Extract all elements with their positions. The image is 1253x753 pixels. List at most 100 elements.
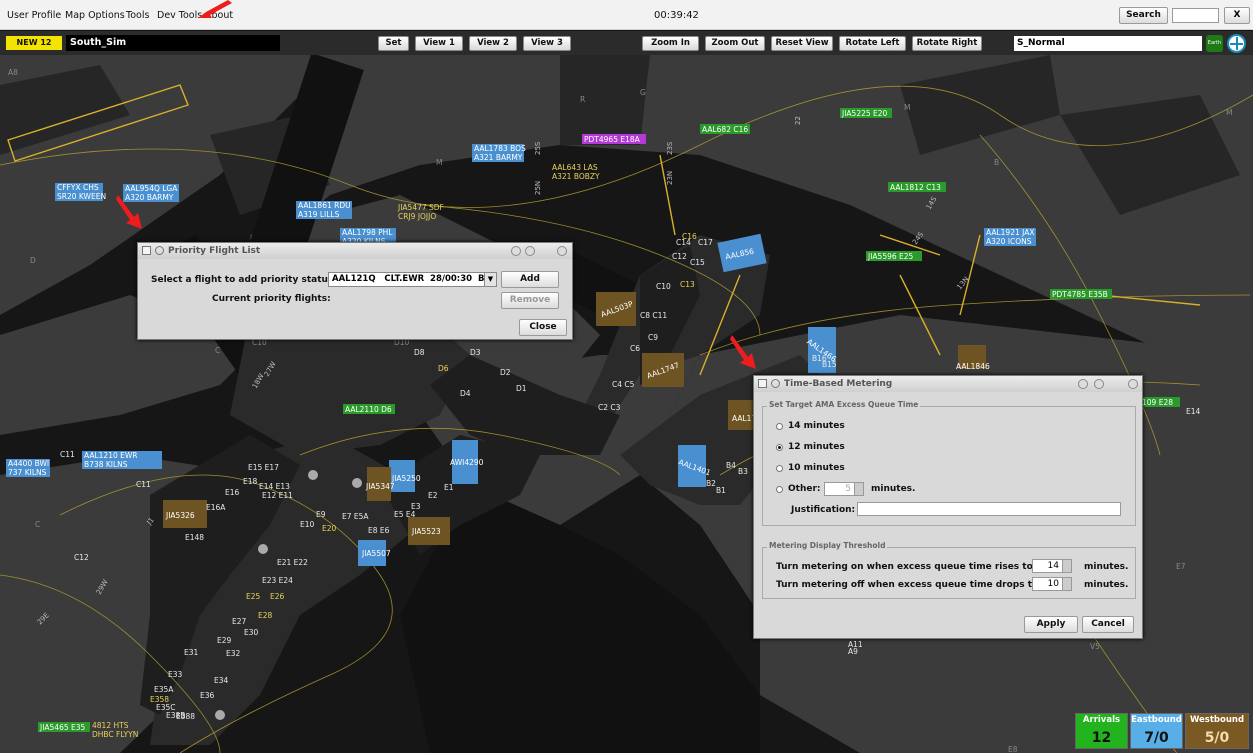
svg-text:C9: C9 [648,333,658,342]
current-priority-label: Current priority flights: [212,294,331,304]
svg-text:E32: E32 [226,649,241,658]
flight-select[interactable]: AAL121Q CLT.EWR 28/00:30 B4 [328,272,497,287]
arrivals-value: 12 [1091,730,1112,746]
svg-text:B3: B3 [738,467,748,476]
zoom-out-button[interactable]: Zoom Out [705,36,765,51]
annotation-arrow-icon [730,335,756,369]
menu-user-profile[interactable]: User Profile [7,10,61,21]
svg-text:C: C [35,520,40,529]
svg-text:A321 BARMY: A321 BARMY [474,153,523,162]
svg-text:737 KILNS: 737 KILNS [8,468,47,477]
app-icon [142,246,151,255]
priority-dialog-title: Priority Flight List [168,246,261,256]
minimize-icon[interactable] [511,246,521,256]
svg-text:D1: D1 [516,384,527,393]
westbound-counter[interactable]: Westbound 5/0 [1185,713,1249,749]
time-based-metering-dialog: Time-Based Metering Set Target AMA Exces… [753,375,1143,639]
svg-text:A8: A8 [8,68,18,77]
radio-14-minutes[interactable] [776,423,783,430]
compass-icon[interactable] [1227,34,1246,53]
select-flight-label: Select a flight to add priority status: [151,275,337,285]
svg-text:E33: E33 [168,670,183,679]
svg-text:AAL1812 C13: AAL1812 C13 [890,183,941,192]
svg-text:C17: C17 [698,238,713,247]
svg-text:E23 E24: E23 E24 [262,576,293,585]
svg-text:D2: D2 [500,368,511,377]
metering-off-unit: minutes. [1084,580,1129,590]
svg-text:E29: E29 [217,636,232,645]
rotate-left-button[interactable]: Rotate Left [839,36,906,51]
metering-dialog-title: Time-Based Metering [784,379,893,389]
apply-button[interactable]: Apply [1024,616,1078,633]
svg-text:E8: E8 [1008,745,1018,753]
zoom-in-button[interactable]: Zoom In [642,36,699,51]
westbound-label: Westbound [1189,715,1245,725]
svg-text:C13: C13 [680,280,695,289]
menu-circle-icon[interactable] [155,246,164,255]
svg-text:E9: E9 [316,510,326,519]
justification-label: Justification: [791,505,856,515]
svg-text:M: M [1226,108,1232,117]
minimize-icon[interactable] [1078,379,1088,389]
other-minutes-stepper[interactable]: 5 [824,482,864,496]
menu-map-options[interactable]: Map Options [65,10,125,21]
justification-input[interactable] [857,502,1121,516]
metering-on-stepper[interactable]: 14 [1032,559,1072,573]
menu-circle-icon[interactable] [771,379,780,388]
svg-text:C4 C5: C4 C5 [612,380,635,389]
close-button[interactable]: X [1224,7,1250,24]
add-priority-button[interactable]: Add [501,271,559,288]
priority-dialog-titlebar[interactable]: Priority Flight List [138,243,572,259]
close-dialog-button[interactable]: Close [519,319,567,336]
svg-text:PDT4965 E18A: PDT4965 E18A [584,135,641,144]
svg-text:D8: D8 [414,348,425,357]
metering-off-stepper[interactable]: 10 [1032,577,1072,591]
svg-text:D: D [30,256,36,265]
svg-text:AAL954Q LGA: AAL954Q LGA [125,184,178,193]
rotate-right-button[interactable]: Rotate Right [912,36,982,51]
svg-text:4812 HTS: 4812 HTS [92,721,129,730]
radio-12-minutes[interactable] [776,444,783,451]
search-button[interactable]: Search [1119,7,1168,24]
svg-text:B4: B4 [726,461,736,470]
view2-button[interactable]: View 2 [469,36,517,51]
view3-button[interactable]: View 3 [523,36,571,51]
chevron-down-icon[interactable]: ▼ [484,272,497,287]
dialog-close-icon[interactable] [1128,379,1138,389]
radio-other[interactable] [776,486,783,493]
menu-dev-tools[interactable]: Dev Tools [157,10,202,21]
reset-view-button[interactable]: Reset View [771,36,833,51]
remove-priority-button[interactable]: Remove [501,292,559,309]
toolbar: NEW 12 South_Sim Set View 1 View 2 View … [0,31,1253,55]
svg-text:A9: A9 [848,647,858,656]
svg-text:B: B [994,158,999,167]
menu-tools[interactable]: Tools [126,10,149,21]
maximize-icon[interactable] [1094,379,1104,389]
svg-text:E14 E13: E14 E13 [259,482,290,491]
earth-view-button[interactable]: Earth [1206,35,1223,52]
svg-text:E3: E3 [411,502,421,511]
metering-dialog-titlebar[interactable]: Time-Based Metering [754,376,1142,392]
search-input[interactable] [1172,8,1219,23]
eastbound-counter[interactable]: Eastbound 7/0 [1130,713,1183,749]
profile-select[interactable]: S_Normal [1014,36,1202,51]
dialog-close-icon[interactable] [557,246,567,256]
radio-10-minutes[interactable] [776,465,783,472]
svg-text:JIA5507: JIA5507 [361,549,391,558]
svg-text:E25: E25 [246,592,261,601]
cancel-button[interactable]: Cancel [1082,616,1134,633]
svg-text:E28: E28 [258,611,273,620]
svg-text:B2: B2 [706,479,716,488]
svg-text:G: G [640,88,646,97]
maximize-icon[interactable] [525,246,535,256]
svg-text:E30: E30 [244,628,259,637]
priority-flight-dialog: Priority Flight List Select a flight to … [137,242,573,340]
svg-text:PDT4785 E35B: PDT4785 E35B [1052,290,1108,299]
set-button[interactable]: Set [378,36,409,51]
svg-text:E31: E31 [184,648,199,657]
svg-text:AAL2110 D6: AAL2110 D6 [345,405,392,414]
arrivals-counter[interactable]: Arrivals 12 [1075,713,1128,749]
view1-button[interactable]: View 1 [415,36,463,51]
svg-text:B15: B15 [822,360,837,369]
new-flights-badge[interactable]: NEW 12 [6,36,62,50]
